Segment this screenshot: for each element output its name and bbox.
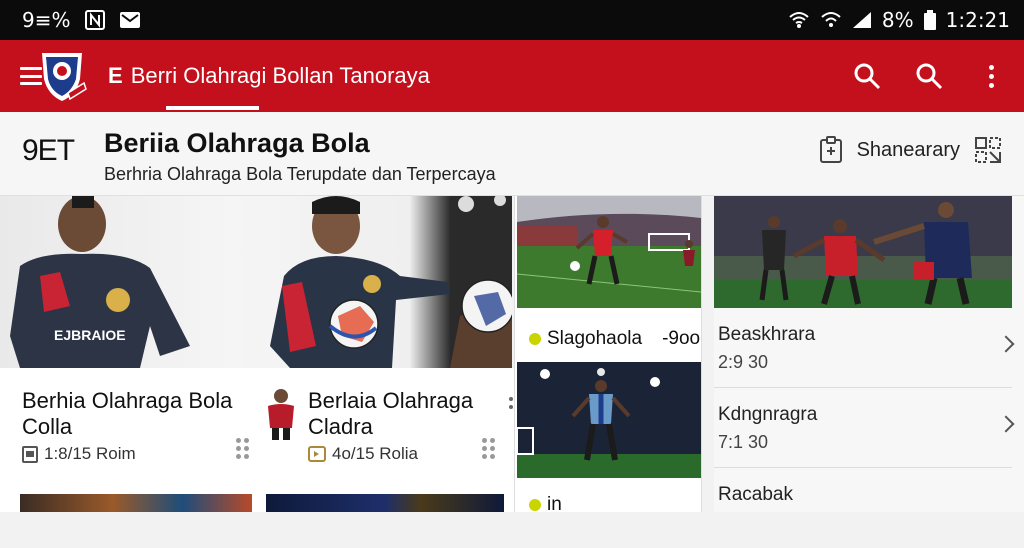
active-tab-indicator (166, 106, 259, 110)
kebab-menu-icon[interactable] (976, 61, 1006, 91)
page-subtitle: Berhria Olahraga Bola Terupdate dan Terp… (104, 164, 496, 184)
thumbnail-image[interactable] (266, 494, 504, 512)
status-dot-icon (529, 499, 541, 511)
app-logo[interactable] (38, 49, 88, 103)
list-item-title: Kdngnragra (718, 404, 818, 425)
list-item[interactable]: Kdngnragra 7:1 30 (714, 388, 1015, 468)
card-title-line2: Cladra (308, 414, 373, 439)
card-title: Berlaia Olahraga Cladra (308, 388, 473, 440)
page-header: 9ET Beriia Olahraga Bola Berhria Olahrag… (0, 112, 1024, 196)
news-card[interactable]: Berlaia Olahraga Cladra 4o/15 Rolia (262, 368, 514, 512)
clipboard-icon[interactable] (819, 136, 843, 164)
battery-icon (923, 10, 936, 30)
drag-handle-icon[interactable] (482, 438, 495, 459)
wifi-icon (789, 12, 809, 28)
card-thumbnail-player (268, 389, 294, 440)
hero-image[interactable]: EJBRAIOE (0, 196, 512, 368)
app-bar: E Berri Olahragi Bollan Tanoraya (0, 40, 1024, 112)
list-item[interactable]: Racabak (714, 468, 1012, 548)
card-title-line1: Berlaia Olahraga (308, 388, 474, 413)
card-title-line1: Berhia Olahraga Bola (22, 388, 233, 413)
page-title: Beriia Olahraga Bola (104, 128, 370, 158)
list-item-title: Racabak (718, 484, 793, 505)
app-title-text: Berri Olahragi Bollan Tanoraya (130, 63, 430, 88)
list-item-title: Beaskhrara (718, 324, 816, 345)
status-bar: 9≡% 8% 1:2:21 (0, 0, 1024, 40)
chevron-right-icon (997, 415, 1015, 433)
n-notification-icon (84, 10, 105, 30)
list-item-subtitle: 7:1 30 (718, 432, 769, 452)
thumbnail-image[interactable] (20, 494, 252, 512)
clipboard-small-icon (22, 446, 38, 463)
middle-column: Slagohaola -9oo in (514, 196, 702, 515)
status-time: 1:2:21 (945, 8, 1010, 32)
match-action-photo[interactable] (714, 196, 1012, 308)
battery-percent: 8% (881, 8, 914, 32)
card-meta-text: 1:8/15 Roim (44, 444, 136, 463)
wifi-calling-icon (821, 12, 841, 27)
right-column: Beaskhrara 2:9 30 Kdngnragra 7:1 30 Raca… (714, 196, 1024, 512)
search-icon[interactable] (852, 61, 882, 91)
card-title-line2: Colla (22, 414, 73, 439)
app-title-prefix: E (108, 63, 123, 88)
share-icon[interactable] (974, 136, 1002, 164)
svg-text:EJBRAIOE: EJBRAIOE (54, 327, 126, 343)
card-meta: 1:8/15 Roim (22, 444, 136, 464)
status-left-text: 9≡% (22, 8, 71, 32)
stadium-photo[interactable] (517, 196, 701, 308)
card-meta: 4o/15 Rolia (308, 444, 418, 464)
search-icon-secondary[interactable] (914, 61, 944, 91)
card-title: Berhia Olahraga Bola Colla (22, 388, 232, 440)
middle-item-title: in (547, 494, 562, 515)
signal-icon (852, 12, 871, 28)
app-title: E Berri Olahragi Bollan Tanoraya (108, 63, 430, 89)
middle-item-title: Slagohaola (547, 328, 643, 349)
status-dot-icon (529, 333, 541, 345)
brand-code: 9ET (22, 134, 75, 167)
list-item[interactable]: Beaskhrara 2:9 30 (714, 308, 1015, 388)
list-item-subtitle: 2:9 30 (718, 352, 769, 372)
middle-item-label[interactable]: Slagohaola -9oo (529, 328, 700, 350)
tag-icon (308, 446, 326, 462)
night-match-photo[interactable] (517, 362, 701, 478)
drag-handle-icon[interactable] (236, 438, 249, 459)
middle-item-suffix: -9oo (662, 328, 701, 349)
chevron-right-icon (997, 335, 1015, 353)
card-meta-text: 4o/15 Rolia (332, 444, 419, 463)
share-label[interactable]: Shanearary (857, 139, 960, 162)
mail-notification-icon (119, 12, 140, 28)
news-card[interactable]: Berhia Olahraga Bola Colla 1:8/15 Roim (0, 368, 262, 512)
hero-players-illustration: EJBRAIOE (10, 196, 512, 368)
middle-item-label[interactable]: in (529, 494, 562, 516)
